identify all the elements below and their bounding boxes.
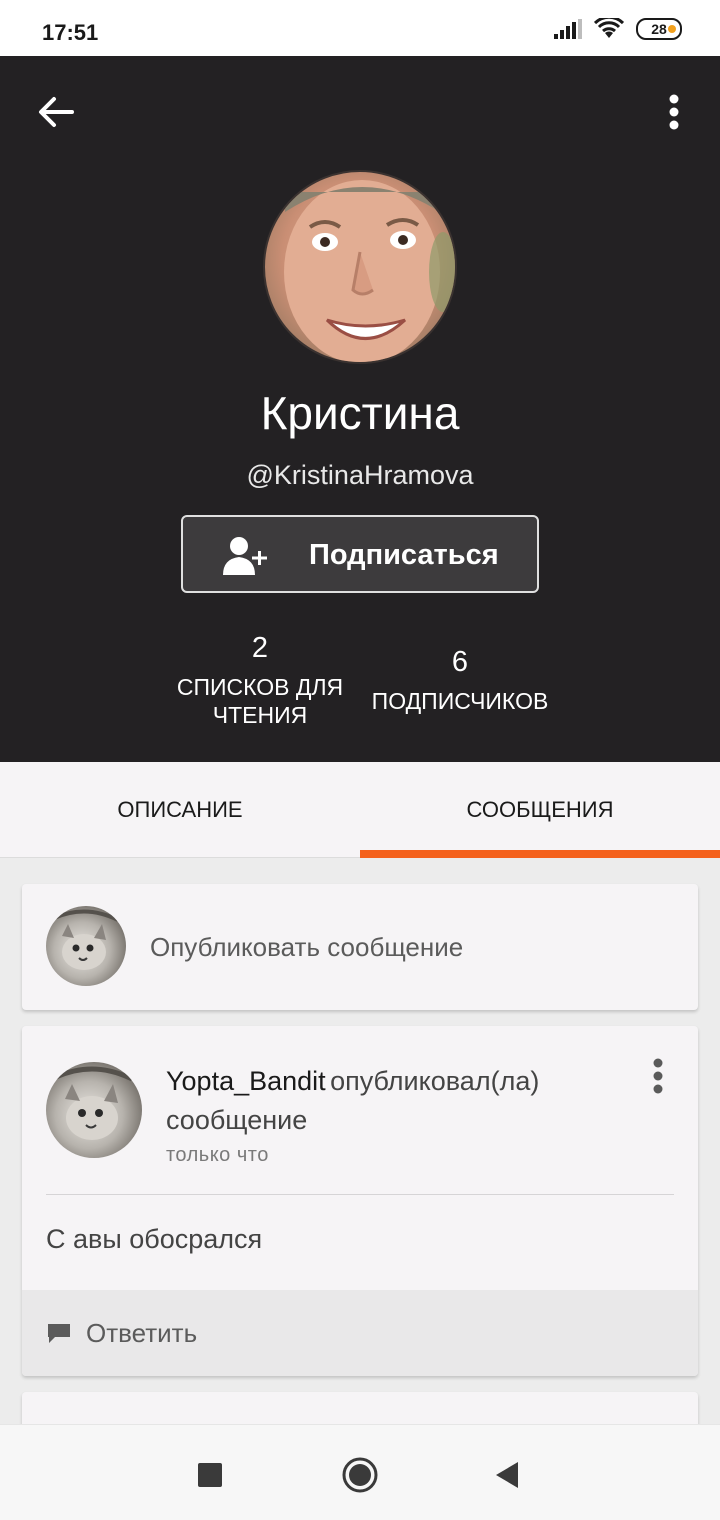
profile-tabs: ОПИСАНИЕ СООБЩЕНИЯ [0, 762, 720, 858]
subscribe-button[interactable]: Подписаться [181, 515, 539, 593]
post-more-button[interactable] [648, 1058, 668, 1098]
system-nav-bar [0, 1424, 720, 1520]
reply-label: Ответить [86, 1318, 198, 1348]
status-time: 17:51 [42, 20, 99, 45]
stat-label: СПИСКОВ ДЛЯ ЧТЕНИЯ [176, 674, 344, 728]
stat-reading-lists[interactable]: 2 СПИСКОВ ДЛЯ ЧТЕНИЯ [168, 632, 352, 729]
post-timestamp: только что [166, 1144, 269, 1166]
post-header-text: Yopta_Bandit опубликовал(ла) сообщение [166, 1064, 626, 1142]
triangle-back-icon [496, 1462, 518, 1488]
compose-placeholder: Опубликовать сообщение [150, 932, 464, 962]
post-action-text: опубликовал(ла) [330, 1066, 540, 1096]
post-card: Yopta_Bandit опубликовал(ла) сообщение т… [22, 1026, 698, 1376]
wifi-icon [594, 18, 624, 38]
signal-icon [554, 19, 582, 39]
square-icon [198, 1463, 222, 1487]
profile-avatar[interactable] [263, 170, 457, 364]
circle-icon [342, 1457, 378, 1493]
post-author-name[interactable]: Yopta_Bandit [166, 1066, 326, 1096]
post-action-text-2: сообщение [166, 1105, 308, 1135]
tab-messages[interactable]: СООБЩЕНИЯ [360, 762, 720, 858]
status-icons: 28 [554, 18, 682, 40]
more-vertical-icon [653, 1058, 663, 1094]
profile-name: Кристина [260, 387, 460, 439]
back-nav-button[interactable] [488, 1455, 528, 1495]
stat-label: ПОДПИСЧИКОВ [371, 688, 549, 714]
status-bar: 17:51 28 [0, 0, 720, 56]
arrow-left-icon [39, 97, 74, 127]
battery-level: 28 [651, 21, 667, 37]
stat-number: 2 [251, 632, 269, 664]
profile-header: Кристина @KristinaHramova Подписаться 2 … [0, 56, 720, 762]
post-author-avatar[interactable] [46, 1062, 142, 1158]
profile-handle: @KristinaHramova [246, 460, 474, 490]
comment-icon [48, 1324, 70, 1343]
battery-icon: 28 [636, 18, 682, 40]
stat-number: 6 [451, 646, 469, 678]
recents-button[interactable] [190, 1455, 230, 1495]
header-more-button[interactable] [654, 86, 694, 138]
more-vertical-icon [669, 94, 679, 130]
reply-button[interactable]: Ответить [22, 1290, 698, 1376]
home-button[interactable] [340, 1455, 380, 1495]
post-body: С авы обосрался [46, 1224, 263, 1254]
back-button[interactable] [30, 86, 82, 138]
subscribe-label: Подписаться [309, 539, 499, 571]
tab-description[interactable]: ОПИСАНИЕ [0, 762, 360, 858]
stat-followers[interactable]: 6 ПОДПИСЧИКОВ [362, 646, 558, 715]
post-divider [46, 1194, 674, 1195]
user-avatar [46, 906, 126, 986]
tab-active-indicator [360, 850, 720, 858]
compose-card[interactable]: Опубликовать сообщение [22, 884, 698, 1010]
add-user-icon [223, 537, 267, 575]
